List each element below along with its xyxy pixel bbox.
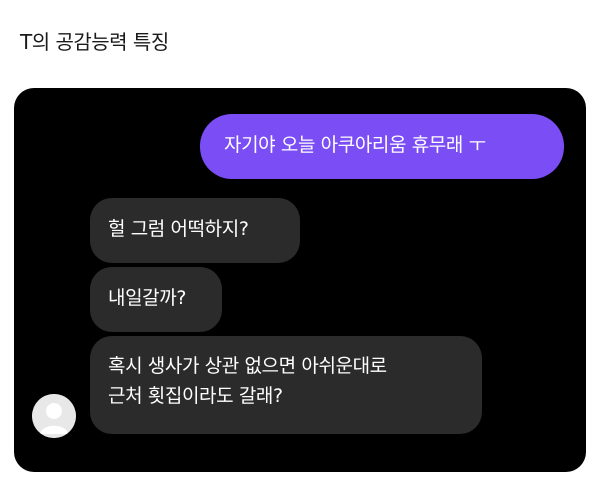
received-message-bubble: 내일갈까?	[90, 267, 222, 332]
received-message-bubble: 헐 그럼 어떡하지?	[90, 198, 300, 263]
sent-message-bubble: 자기야 오늘 아쿠아리움 휴무래 ㅜ	[200, 114, 564, 179]
post-title: T의 공감능력 특징	[20, 30, 169, 54]
received-message-bubble: 혹시 생사가 상관 없으면 아쉬운대로 근처 횟집이라도 갈래?	[90, 336, 482, 434]
received-message-text: 근처 횟집이라도 갈래?	[108, 385, 283, 408]
sent-message-text: 자기야 오늘 아쿠아리움 휴무래 ㅜ	[224, 134, 486, 156]
chat-screenshot: 자기야 오늘 아쿠아리움 휴무래 ㅜ 헐 그럼 어떡하지? 내일갈까? 혹시 생…	[14, 88, 586, 472]
received-message-text: 헐 그럼 어떡하지?	[108, 218, 249, 240]
received-message-text: 내일갈까?	[108, 287, 187, 309]
received-message-text: 혹시 생사가 상관 없으면 아쉬운대로	[108, 355, 387, 377]
default-user-avatar-icon[interactable]	[32, 394, 76, 438]
